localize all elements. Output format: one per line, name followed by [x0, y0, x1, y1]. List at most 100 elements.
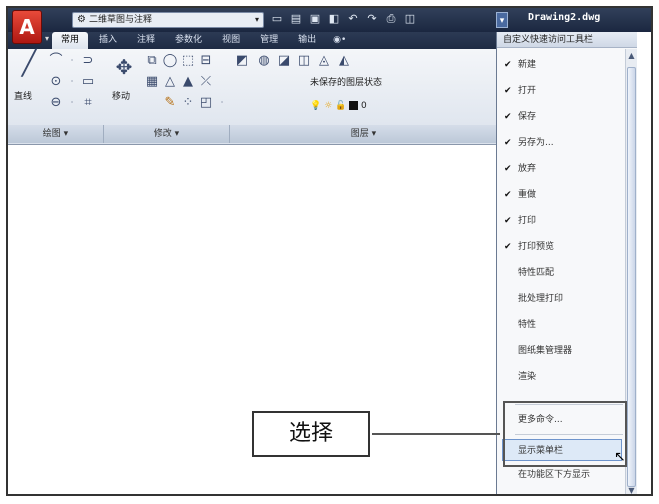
copy-icon[interactable]: ⧉ [144, 53, 160, 69]
layer-isolate-icon[interactable]: ◫ [296, 53, 312, 69]
ribbon-minimize-button[interactable]: ◉• [327, 32, 352, 49]
tab-output[interactable]: 输出 [289, 32, 325, 49]
print-icon[interactable]: ⎙ [384, 12, 398, 26]
check-icon: ✔ [504, 60, 512, 70]
check-icon: ✔ [504, 216, 512, 226]
scroll-down-icon[interactable]: ▼ [626, 484, 637, 494]
plot-icon[interactable]: ◫ [403, 12, 417, 26]
menu-item-undo[interactable]: ✔ 放弃 [497, 158, 625, 180]
menu-item-match-properties[interactable]: 特性匹配 [497, 262, 625, 284]
scrollbar-thumb[interactable] [627, 67, 636, 487]
workspace-label: 二维草图与注释 [88, 15, 152, 25]
circle-dropdown-icon[interactable]: · [64, 74, 80, 90]
title-bar: ⚙ 二维草图与注释 ▾ ▭ ▤ ▣ ◧ ↶ ↷ ⎙ ◫ ▾ Drawing2.dw… [8, 8, 651, 32]
redo-icon[interactable]: ↷ [365, 12, 379, 26]
application-menu-button[interactable]: A ▾ [12, 10, 49, 44]
check-icon: ✔ [504, 190, 512, 200]
check-icon: ✔ [504, 164, 512, 174]
extend-icon[interactable]: ⊟ [198, 53, 214, 69]
gear-icon: ⚙ [77, 14, 86, 25]
layer-state-dropdown[interactable]: 未保存的图层状态 [310, 76, 495, 90]
polyline-icon[interactable]: ⌒ [48, 53, 64, 69]
polyline-dropdown-icon[interactable]: · [64, 53, 80, 69]
scroll-up-icon[interactable]: ▲ [626, 49, 637, 63]
check-icon: ✔ [504, 86, 512, 96]
menu-item-print[interactable]: ✔ 打印 [497, 210, 625, 232]
quick-access-toolbar: ▭ ▤ ▣ ◧ ↶ ↷ ⎙ ◫ [270, 12, 417, 28]
menu-item-label: 重做 [518, 190, 537, 200]
new-icon[interactable]: ▭ [270, 12, 284, 26]
menu-item-label: 新建 [518, 60, 537, 70]
sun-icon: ☼ [324, 101, 333, 111]
check-icon: ✔ [504, 112, 512, 122]
circle-icon[interactable]: ⊙ [48, 74, 64, 90]
trim-icon[interactable]: ⬚ [180, 53, 196, 69]
layer-unisolate-icon[interactable]: ◬ [316, 53, 332, 69]
layer-freeze-icon[interactable]: ◭ [336, 53, 352, 69]
erase-icon[interactable]: ✎ [162, 95, 178, 111]
modify-panel-title[interactable]: 修改 ▾ [104, 125, 230, 143]
qat-customize-button[interactable]: ▾ [496, 12, 508, 28]
menu-item-label: 打印预览 [518, 242, 555, 252]
menu-item-label: 保存 [518, 112, 537, 122]
menu-item-open[interactable]: ✔ 打开 [497, 80, 625, 102]
workspace-dropdown[interactable]: ⚙ 二维草图与注释 ▾ [72, 12, 264, 28]
app-logo: A [19, 15, 35, 39]
bulb-icon: 💡 [310, 101, 322, 111]
draw-panel-title[interactable]: 绘图 ▾ [8, 125, 104, 143]
menu-item-label: 图纸集管理器 [518, 346, 573, 356]
ellipse-icon[interactable]: ⊖ [48, 95, 64, 111]
array-icon[interactable]: ⁘ [180, 95, 196, 111]
hatch-icon[interactable]: ⌗ [80, 95, 96, 111]
menu-item-batch-plot[interactable]: 批处理打印 [497, 288, 625, 310]
stretch-icon[interactable]: ▲ [180, 74, 196, 90]
rotate-icon[interactable]: ◯ [162, 53, 178, 69]
tab-view[interactable]: 视图 [213, 32, 249, 49]
layers-panel-title[interactable]: 图层 ▾ [230, 125, 498, 143]
menu-item-render[interactable]: 渲染 [497, 366, 625, 388]
save-icon[interactable]: ▣ [308, 12, 322, 26]
menu-item-properties[interactable]: 特性 [497, 314, 625, 336]
saveas-icon[interactable]: ◧ [327, 12, 341, 26]
layer-properties-icon[interactable]: ◩ [234, 53, 250, 69]
layer-state-icon[interactable]: ◍ [256, 53, 272, 69]
undo-icon[interactable]: ↶ [346, 12, 360, 26]
line-tool-icon[interactable]: ╱ [16, 51, 42, 81]
lock-icon: 🔓 [335, 101, 347, 111]
menu-item-label: 放弃 [518, 164, 537, 174]
tab-home[interactable]: 常用 [52, 32, 89, 49]
fillet-icon[interactable]: △ [162, 74, 178, 90]
menu-item-label: 特性匹配 [518, 268, 555, 278]
tab-manage[interactable]: 管理 [251, 32, 287, 49]
menu-item-label: 特性 [518, 320, 537, 330]
menu-item-save[interactable]: ✔ 保存 [497, 106, 625, 128]
tab-insert[interactable]: 插入 [90, 32, 126, 49]
callout-leader-line [372, 433, 500, 435]
rectangle-icon[interactable]: ▭ [80, 74, 96, 90]
mirror-icon[interactable]: ▦ [144, 74, 160, 90]
arc-icon[interactable]: ⊃ [80, 53, 96, 69]
layer-match-icon[interactable]: ◪ [276, 53, 292, 69]
menu-item-print-preview[interactable]: ✔ 打印预览 [497, 236, 625, 258]
current-layer-dropdown[interactable]: 💡 ☼ 🔓 0 [310, 99, 367, 113]
explode-icon[interactable]: ⤫ [198, 74, 214, 90]
menu-item-show-below-ribbon[interactable]: 在功能区下方显示 [497, 464, 625, 486]
menu-item-redo[interactable]: ✔ 重做 [497, 184, 625, 206]
offset-dropdown-icon[interactable]: · [214, 95, 230, 111]
menu-item-label: 另存为... [518, 138, 554, 148]
menu-item-sheet-set-manager[interactable]: 图纸集管理器 [497, 340, 625, 362]
menu-item-saveas[interactable]: ✔ 另存为... [497, 132, 625, 154]
tab-parametric[interactable]: 参数化 [166, 32, 211, 49]
document-title: Drawing2.dwg [528, 12, 601, 23]
tab-annotate[interactable]: 注释 [128, 32, 164, 49]
check-icon: ✔ [504, 138, 512, 148]
move-tool-label: 移动 [112, 92, 131, 102]
menu-item-new[interactable]: ✔ 新建 [497, 54, 625, 76]
offset-icon[interactable]: ◰ [198, 95, 214, 111]
autocad-window: ⚙ 二维草图与注释 ▾ ▭ ▤ ▣ ◧ ↶ ↷ ⎙ ◫ ▾ Drawing2.dw… [6, 6, 653, 496]
ribbon-tabs: 常用 插入 注释 参数化 视图 管理 输出 ◉• [8, 32, 498, 49]
menu-item-label: 打印 [518, 216, 537, 226]
open-icon[interactable]: ▤ [289, 12, 303, 26]
ellipse-dropdown-icon[interactable]: · [64, 95, 80, 111]
move-icon[interactable]: ✥ [112, 57, 136, 83]
